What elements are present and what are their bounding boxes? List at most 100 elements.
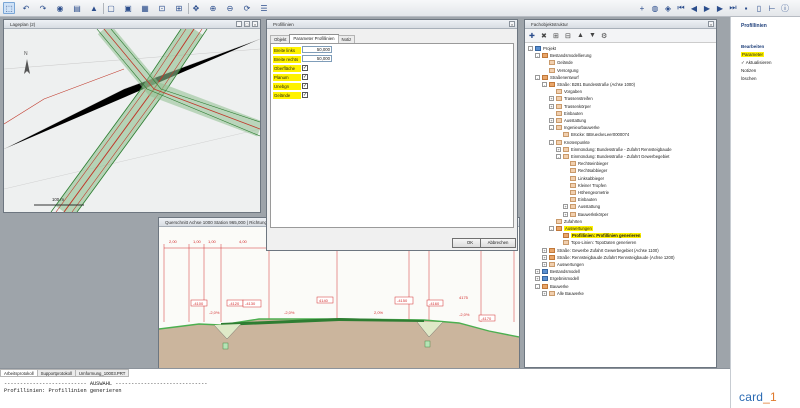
- tree-delete-icon[interactable]: ✖: [541, 32, 547, 40]
- tree-node[interactable]: Rechtsabbieger: [563, 167, 607, 174]
- tab-1[interactable]: Parameter Profillinien: [289, 34, 339, 43]
- tree-node[interactable]: Linksabbieger: [563, 175, 604, 182]
- tree-props-icon[interactable]: ⚙: [601, 32, 607, 40]
- tree-node[interactable]: + Trassenstreifen: [549, 95, 593, 102]
- properties-icon[interactable]: ☰: [258, 2, 270, 14]
- save-icon[interactable]: ▣: [122, 2, 134, 14]
- tree-new-icon[interactable]: ✚: [529, 32, 535, 40]
- tree-expander-icon[interactable]: +: [563, 211, 568, 217]
- measure-icon[interactable]: ⊢: [766, 2, 778, 14]
- lock-icon[interactable]: ▪: [740, 2, 752, 14]
- minimize-icon[interactable]: _: [236, 21, 242, 27]
- tree-expander-icon[interactable]: -: [535, 53, 540, 59]
- map-canvas[interactable]: N 100 m: [4, 29, 260, 212]
- refresh-icon[interactable]: ⟳: [241, 2, 253, 14]
- tree-node[interactable]: Profillinien: Profillinien generieren: [556, 232, 642, 239]
- zoom-all-icon[interactable]: ⊞: [173, 2, 185, 14]
- tree-node[interactable]: + Straße: Rennsteigbaude Zufahrt Rennstei…: [542, 254, 675, 261]
- param-checkbox[interactable]: ✓: [302, 65, 308, 71]
- close-icon[interactable]: ×: [252, 21, 258, 27]
- tree-node[interactable]: + Bauwerkskörper: [563, 211, 608, 218]
- tree-expander-icon[interactable]: -: [535, 74, 540, 80]
- protocol-tab[interactable]: Arbeitsprotokoll: [0, 369, 38, 377]
- first-icon[interactable]: ⏮: [675, 2, 687, 14]
- tree-expander-icon[interactable]: +: [549, 118, 554, 123]
- pan-icon[interactable]: ✥: [190, 2, 202, 14]
- tree-node[interactable]: - Straßenentwurf: [535, 74, 579, 81]
- cancel-button[interactable]: Abbrechen: [480, 238, 516, 248]
- next-icon[interactable]: ▶: [714, 2, 726, 14]
- command-parameter[interactable]: Parameter: [741, 52, 765, 57]
- command-aktualisieren[interactable]: ✓ Aktualisieren: [741, 60, 772, 66]
- object-tree-window[interactable]: Fachobjektstruktur × ✚ ✖ ⊞ ⊟ ▲ ▼ ⚙ - Proj…: [524, 19, 717, 368]
- tree-expander-icon[interactable]: +: [542, 290, 547, 296]
- grid-icon[interactable]: ▦: [139, 2, 151, 14]
- protocol-tab[interactable]: Supportprotokoll: [36, 369, 76, 377]
- view-icon[interactable]: ◉: [54, 2, 66, 14]
- param-checkbox[interactable]: ✓: [302, 92, 308, 98]
- tree-node[interactable]: Vorgaben: [549, 88, 582, 95]
- tree-node[interactable]: Topo-Linien: TopoDaten generieren: [556, 239, 636, 246]
- zoom-out-icon[interactable]: ⊖: [224, 2, 236, 14]
- object-tree[interactable]: - Projekt - Bestandsmodellierung Gelände Vers…: [525, 43, 716, 366]
- tree-expander-icon[interactable]: +: [549, 96, 554, 102]
- tree-expander-icon[interactable]: +: [535, 276, 540, 282]
- tree-node[interactable]: + Ausstattung: [549, 117, 586, 124]
- tree-node[interactable]: - Auswertungen: [549, 225, 593, 232]
- layers-icon[interactable]: ▤: [71, 2, 83, 14]
- tree-node[interactable]: + Einmündung: Bundesstraße - Zufahrt Renn…: [556, 146, 672, 153]
- tree-expand-icon[interactable]: ⊞: [553, 32, 559, 40]
- tree-node[interactable]: Höhengeometrie: [563, 189, 609, 196]
- tree-node[interactable]: Einbauten: [563, 196, 597, 203]
- tree-node[interactable]: Kleiner Tropfen: [563, 182, 606, 189]
- close-icon[interactable]: ×: [509, 21, 515, 27]
- tree-node[interactable]: - Ingenieurbauwerke: [549, 124, 600, 131]
- tree-node[interactable]: + Bestandsmodell: [535, 268, 580, 275]
- document-icon[interactable]: ▯: [753, 2, 765, 14]
- param-checkbox[interactable]: ✓: [302, 74, 308, 80]
- tree-expander-icon[interactable]: +: [556, 146, 561, 152]
- close-icon[interactable]: ×: [708, 21, 714, 27]
- tree-node[interactable]: Brücke: BBrueckeLeer0000074: [556, 131, 629, 138]
- tree-up-icon[interactable]: ▲: [577, 32, 584, 39]
- tree-node[interactable]: + Trassenkörper: [549, 103, 591, 110]
- undo-icon[interactable]: ↶: [20, 2, 32, 14]
- tree-node[interactable]: - Bauwerke: [535, 283, 569, 290]
- tree-collapse-icon[interactable]: ⊟: [565, 32, 571, 40]
- tree-expander-icon[interactable]: -: [549, 139, 554, 145]
- tree-expander-icon[interactable]: -: [556, 154, 561, 159]
- tree-down-icon[interactable]: ▼: [589, 32, 596, 39]
- globe-icon[interactable]: ◍: [649, 2, 661, 14]
- tree-node[interactable]: - Einmündung: Bundesstraße - Zufahrt Gewe…: [556, 153, 669, 160]
- tree-node[interactable]: + Ergebnismodell: [535, 275, 579, 282]
- layer-stack-icon[interactable]: ◈: [662, 2, 674, 14]
- tree-node[interactable]: + Auswertungen: [542, 261, 584, 268]
- tree-expander-icon[interactable]: +: [563, 204, 568, 210]
- tree-node[interactable]: Rechtseinbieger: [563, 160, 608, 167]
- tree-expander-icon[interactable]: +: [535, 269, 540, 275]
- tree-node[interactable]: - Projekt: [528, 45, 556, 52]
- tree-node[interactable]: Gelände: [542, 59, 573, 66]
- tree-node[interactable]: - Bestandsmodellierung: [535, 52, 591, 59]
- play-icon[interactable]: ▶: [701, 2, 713, 14]
- profile-dialog[interactable]: Profillinien × Objekt Parameter Profillin…: [266, 19, 518, 251]
- tab-2[interactable]: Notiz: [337, 35, 356, 43]
- tree-expander-icon[interactable]: -: [535, 283, 540, 289]
- redo-icon[interactable]: ↷: [37, 2, 49, 14]
- zoom-window-icon[interactable]: ⊡: [156, 2, 168, 14]
- protocol-tab[interactable]: Umformung_10003.PRT: [74, 369, 130, 377]
- info-icon[interactable]: ⓘ: [779, 2, 791, 14]
- map-window[interactable]: Lageplan (2) _ □ × N 100 m: [3, 19, 261, 213]
- tree-node[interactable]: Versorgung: [542, 67, 578, 74]
- tree-node[interactable]: Einbauten: [549, 110, 583, 117]
- tree-expander-icon[interactable]: +: [549, 103, 554, 109]
- tree-expander-icon[interactable]: -: [528, 46, 533, 51]
- tree-expander-icon[interactable]: -: [549, 125, 554, 131]
- last-icon[interactable]: ⏭: [727, 2, 739, 14]
- tree-node[interactable]: Zufahrten: [549, 218, 582, 225]
- tab-0[interactable]: Objekt: [270, 35, 291, 43]
- command-notizen[interactable]: Notizen: [741, 68, 756, 73]
- param-input[interactable]: 50,000: [302, 55, 332, 62]
- tree-expander-icon[interactable]: -: [542, 82, 547, 87]
- tree-expander-icon[interactable]: -: [549, 226, 554, 231]
